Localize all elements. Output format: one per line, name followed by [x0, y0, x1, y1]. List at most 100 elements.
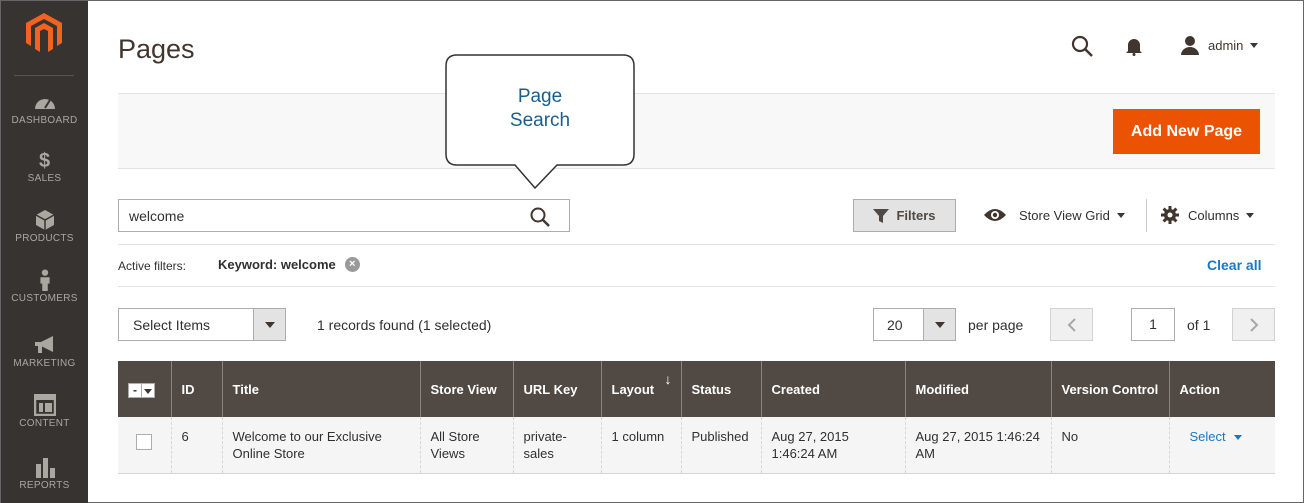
column-header-layout[interactable]: Layout ↓: [600, 361, 681, 417]
column-header-store-view[interactable]: Store View: [419, 361, 513, 417]
page-number-input[interactable]: 1: [1131, 308, 1175, 341]
nav-content[interactable]: CONTENT: [1, 394, 88, 450]
nav-sales[interactable]: $ SALES: [1, 149, 88, 205]
clear-all-link[interactable]: Clear all: [1207, 257, 1261, 273]
active-filter-chip: Keyword: welcome ×: [218, 257, 360, 272]
active-filters-label: Active filters:: [118, 259, 187, 273]
previous-page-button[interactable]: [1050, 308, 1093, 341]
admin-sidebar: DASHBOARD $ SALES PRODUCTS CUSTOMERS MAR…: [1, 1, 88, 503]
column-header-id[interactable]: ID: [170, 361, 222, 417]
row-select-cell: [118, 417, 171, 474]
column-header-modified[interactable]: Modified: [904, 361, 1051, 417]
mass-actions-label: Select Items: [133, 317, 211, 333]
svg-text:$: $: [39, 150, 50, 171]
column-header-status[interactable]: Status: [680, 361, 761, 417]
mass-actions-select[interactable]: Select Items: [118, 308, 286, 341]
pages-grid: - ID Title Store View URL Key Layout ↓ S…: [118, 361, 1275, 474]
nav-label: DASHBOARD: [11, 115, 78, 126]
bar-chart-icon: [35, 458, 55, 478]
row-checkbox[interactable]: [136, 434, 152, 450]
per-page-value: 20: [887, 317, 903, 333]
nav-customers[interactable]: CUSTOMERS: [1, 269, 88, 325]
table-row[interactable]: 6 Welcome to our Exclusive Online Store …: [118, 417, 1275, 474]
next-page-button[interactable]: [1232, 308, 1275, 341]
cell-modified: Aug 27, 2015 1:46:24 AM: [904, 417, 1051, 474]
sort-arrow-icon: ↓: [664, 371, 672, 387]
chevron-left-icon: [1067, 318, 1076, 332]
column-header-title[interactable]: Title: [221, 361, 420, 417]
search-icon[interactable]: [529, 206, 551, 228]
dropdown-toggle[interactable]: [253, 309, 285, 340]
mass-select-header[interactable]: -: [118, 361, 171, 417]
chevron-down-icon: [1116, 212, 1125, 218]
table-header-row: - ID Title Store View URL Key Layout ↓ S…: [118, 361, 1275, 417]
cell-version-control: No: [1050, 417, 1169, 474]
chevron-down-icon: [265, 322, 275, 328]
nav-marketing[interactable]: MARKETING: [1, 334, 88, 390]
chevron-down-icon[interactable]: [1233, 435, 1242, 441]
keyword-search-input[interactable]: [119, 200, 509, 231]
global-search-icon[interactable]: [1070, 34, 1094, 58]
column-header-version-control[interactable]: Version Control: [1050, 361, 1169, 417]
page-title: Pages: [118, 34, 195, 64]
nav-label: CUSTOMERS: [11, 293, 78, 304]
nav-products[interactable]: PRODUCTS: [1, 209, 88, 265]
dropdown-toggle[interactable]: [923, 309, 955, 340]
column-header-action: Action: [1168, 361, 1275, 417]
gear-icon: [1161, 206, 1179, 224]
nav-label: MARKETING: [13, 358, 76, 369]
cell-url-key: private-sales: [512, 417, 601, 474]
dashboard-icon: [34, 99, 55, 109]
dollar-icon: $: [39, 150, 50, 171]
toolbar-divider: [1146, 199, 1147, 232]
nav-label: CONTENT: [19, 418, 70, 429]
filters-button[interactable]: Filters: [853, 199, 956, 232]
sidebar-divider: [14, 75, 74, 76]
megaphone-icon: [34, 336, 53, 353]
divider: [118, 286, 1275, 287]
add-new-page-button[interactable]: Add New Page: [1113, 109, 1260, 154]
chevron-right-icon: [1249, 318, 1258, 332]
magento-logo[interactable]: [26, 13, 62, 53]
cell-title: Welcome to our Exclusive Online Store: [221, 417, 420, 474]
mass-select-checkbox[interactable]: -: [128, 382, 155, 398]
store-view-grid-dropdown[interactable]: Store View Grid: [983, 207, 1125, 223]
per-page-select[interactable]: 20: [873, 308, 956, 341]
per-page-label: per page: [968, 317, 1024, 333]
nav-label: SALES: [27, 173, 62, 184]
page-actions-bar: [118, 93, 1275, 169]
person-icon: [39, 269, 50, 291]
remove-filter-icon[interactable]: ×: [344, 257, 360, 272]
mass-select-mark: -: [128, 382, 142, 398]
chevron-down-icon: [1246, 212, 1255, 218]
callout-line: Page: [517, 86, 563, 107]
column-header-created[interactable]: Created: [760, 361, 905, 417]
nav-label: PRODUCTS: [15, 233, 74, 244]
store-view-label: Store View Grid: [1019, 207, 1110, 223]
cell-id: 6: [170, 417, 222, 474]
chevron-down-icon[interactable]: [142, 382, 155, 398]
columns-dropdown[interactable]: Columns: [1161, 206, 1255, 224]
admin-user-menu[interactable]: admin: [1180, 33, 1259, 57]
cube-icon: [35, 210, 54, 230]
cell-status: Published: [680, 417, 761, 474]
divider: [118, 244, 1275, 245]
cell-action: Select: [1168, 417, 1275, 474]
chevron-down-icon: [935, 322, 945, 328]
callout-line: Search: [509, 110, 571, 131]
columns-label: Columns: [1188, 207, 1240, 223]
column-header-label: Layout: [611, 381, 655, 397]
notifications-bell-icon[interactable]: [1124, 36, 1144, 56]
column-header-url-key[interactable]: URL Key: [512, 361, 601, 417]
cell-store-view: All Store Views: [419, 417, 513, 474]
nav-dashboard[interactable]: DASHBOARD: [1, 91, 88, 147]
nav-reports[interactable]: REPORTS: [1, 456, 88, 503]
user-icon: [1181, 36, 1199, 55]
admin-username: admin: [1208, 37, 1244, 53]
chevron-down-icon: [1250, 42, 1259, 48]
cell-created: Aug 27, 2015 1:46:24 AM: [760, 417, 905, 474]
row-action-select-link[interactable]: Select: [1190, 429, 1226, 444]
page-count-text: of 1: [1187, 317, 1211, 333]
records-found-text: 1 records found (1 selected): [317, 317, 492, 333]
eye-icon: [984, 209, 1006, 221]
